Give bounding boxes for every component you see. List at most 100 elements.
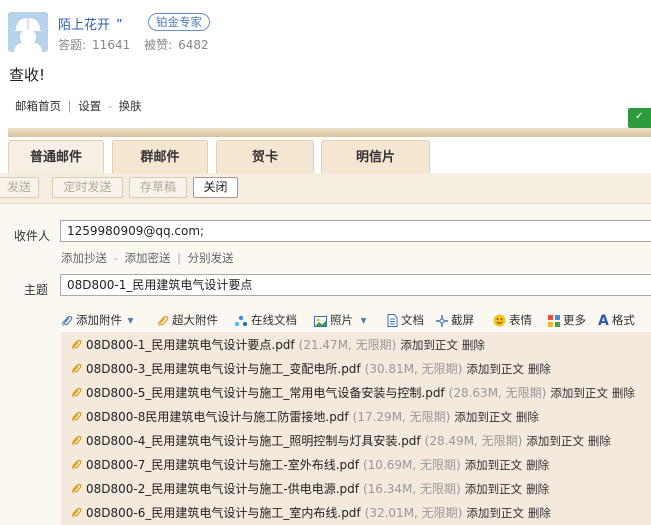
add-bcc-link[interactable]: 添加密送: [124, 251, 170, 265]
recipient-input[interactable]: 1259980909@qq.com;: [60, 220, 651, 242]
likes-label: 被赞:: [144, 38, 173, 52]
attachment-clip-icon: [71, 338, 82, 352]
attachment-clip-icon: [71, 458, 82, 472]
attachment-name[interactable]: 08D800-5_民用建筑电气设计与施工_常用电气设备安装与控制.pdf: [86, 386, 445, 400]
delete-attachment-link[interactable]: 删除: [528, 506, 551, 520]
add-to-body-link[interactable]: 添加到正文: [526, 434, 584, 448]
attach-toolbar: 添加附件 ▾ 超大附件 在线文档 照片 ▾ 文档 截屏 表情 更多 A 格式: [61, 311, 651, 329]
close-button[interactable]: 关闭: [193, 177, 238, 198]
attachment-clip-icon: [71, 410, 82, 424]
add-to-body-link[interactable]: 添加到正文: [400, 338, 458, 352]
attachment-row: 08D800-6_民用建筑电气设计与施工_室内布线.pdf (32.01M, 无限…: [71, 503, 551, 523]
emoji-button[interactable]: 表情: [493, 311, 532, 329]
cc-dash: -: [113, 251, 118, 265]
large-attachment-button[interactable]: 超大附件: [157, 311, 218, 329]
attachment-clip-icon: [71, 482, 82, 496]
expert-badge: 铂金专家: [148, 13, 210, 31]
attachment-clip-icon: [71, 386, 82, 400]
attachment-meta: (32.01M, 无限期): [364, 506, 463, 520]
attachment-meta: (16.34M, 无限期): [362, 482, 461, 496]
delete-attachment-link[interactable]: 删除: [462, 338, 485, 352]
format-label: 格式: [611, 313, 635, 327]
more-label: 更多: [563, 313, 586, 327]
add-attachment-dropdown-icon[interactable]: ▾: [128, 313, 134, 327]
attachment-row: 08D800-7_民用建筑电气设计与施工-室外布线.pdf (10.69M, 无限…: [71, 455, 549, 475]
subject-input[interactable]: 08D800-1_民用建筑电气设计要点: [60, 274, 651, 296]
answer-text: 查收!: [9, 66, 46, 84]
document-button[interactable]: 文档: [387, 311, 424, 329]
attachment-row: 08D800-4_民用建筑电气设计与施工_照明控制与灯具安装.pdf (28.49…: [71, 431, 611, 451]
online-doc-label: 在线文档: [251, 313, 297, 327]
user-stats: 答题: 11641 被赞: 6482: [58, 36, 215, 53]
photo-icon: [314, 314, 327, 332]
add-to-body-link[interactable]: 添加到正文: [466, 506, 524, 520]
add-to-body-link[interactable]: 添加到正文: [454, 410, 512, 424]
tab-postcard[interactable]: 明信片: [321, 140, 430, 173]
add-to-body-link[interactable]: 添加到正文: [465, 458, 523, 472]
tab-greeting-card[interactable]: 贺卡: [216, 140, 314, 173]
answers-count: 11641: [92, 38, 131, 52]
green-action-button[interactable]: ✓: [628, 108, 651, 128]
attachment-name[interactable]: 08D800-7_民用建筑电气设计与施工-室外布线.pdf: [86, 458, 359, 472]
attachment-name[interactable]: 08D800-1_民用建筑电气设计要点.pdf: [86, 338, 295, 352]
document-label: 文档: [401, 313, 424, 327]
user-name-quote: ”: [116, 18, 123, 33]
user-name-text[interactable]: 陌上花开: [58, 18, 110, 33]
attachment-row: 08D800-2_民用建筑电气设计与施工-供电电源.pdf (16.34M, 无限…: [71, 479, 549, 499]
attachment-meta: (17.29M, 无限期): [352, 410, 451, 424]
separate-send-link[interactable]: 分别发送: [188, 251, 234, 265]
delete-attachment-link[interactable]: 删除: [612, 386, 635, 400]
scissors-icon: [436, 314, 448, 332]
online-doc-button[interactable]: 在线文档: [234, 311, 297, 329]
photo-button[interactable]: 照片 ▾: [314, 311, 366, 329]
subject-label: 主题: [24, 283, 49, 297]
font-format-icon: A: [598, 313, 609, 329]
attachment-name[interactable]: 08D800-8民用建筑电气设计与施工防雷接地.pdf: [86, 410, 349, 424]
attachment-name[interactable]: 08D800-4_民用建筑电气设计与施工_照明控制与灯具安装.pdf: [86, 434, 421, 448]
recipient-label: 收件人: [14, 229, 51, 243]
compose-tabs: 普通邮件 群邮件 贺卡 明信片: [8, 140, 651, 173]
user-avatar-icon: [8, 12, 48, 52]
add-cc-link[interactable]: 添加抄送: [61, 251, 107, 265]
attachment-list: 08D800-1_民用建筑电气设计要点.pdf (21.47M, 无限期) 添加到正…: [61, 332, 651, 525]
photo-dropdown-icon[interactable]: ▾: [361, 313, 367, 327]
attachment-name[interactable]: 08D800-3_民用建筑电气设计与施工_变配电所.pdf: [86, 362, 361, 376]
attachment-name[interactable]: 08D800-2_民用建筑电气设计与施工-供电电源.pdf: [86, 482, 359, 496]
online-doc-icon: [234, 314, 248, 332]
attachment-row: 08D800-8民用建筑电气设计与施工防雷接地.pdf (17.29M, 无限期)…: [71, 407, 539, 427]
skin-link[interactable]: 换肤: [119, 99, 142, 113]
compose-area: 收件人 1259980909@qq.com; 添加抄送 - 添加密送 | 分别发…: [0, 204, 651, 525]
tab-group-mail[interactable]: 群邮件: [112, 140, 208, 173]
mail-home-link[interactable]: 邮箱首页: [15, 99, 61, 113]
user-name[interactable]: 陌上花开 ”: [58, 14, 123, 33]
add-to-body-link[interactable]: 添加到正文: [550, 386, 608, 400]
delete-attachment-link[interactable]: 删除: [588, 434, 611, 448]
attachment-meta: (30.81M, 无限期): [364, 362, 463, 376]
attachment-clip-icon: [71, 506, 82, 520]
more-button[interactable]: 更多: [548, 311, 586, 329]
add-attachment-button[interactable]: 添加附件 ▾: [61, 311, 133, 329]
delete-attachment-link[interactable]: 删除: [526, 482, 549, 496]
save-draft-button[interactable]: 存草稿: [129, 177, 187, 198]
format-button[interactable]: A 格式: [598, 311, 635, 329]
delete-attachment-link[interactable]: 删除: [516, 410, 539, 424]
attachment-row: 08D800-5_民用建筑电气设计与施工_常用电气设备安装与控制.pdf (28.…: [71, 383, 635, 403]
add-attachment-label: 添加附件: [76, 313, 122, 327]
send-button[interactable]: 发送: [0, 177, 39, 198]
add-to-body-link[interactable]: 添加到正文: [466, 362, 524, 376]
scheduled-send-button[interactable]: 定时发送: [52, 177, 123, 198]
nav-dash: -: [107, 99, 112, 113]
document-icon: [387, 314, 398, 332]
screenshot-label: 截屏: [451, 313, 474, 327]
attachment-name[interactable]: 08D800-6_民用建筑电气设计与施工_室内布线.pdf: [86, 506, 361, 520]
screenshot-button[interactable]: 截屏: [436, 311, 474, 329]
add-to-body-link[interactable]: 添加到正文: [465, 482, 523, 496]
smiley-icon: [493, 314, 506, 332]
attachment-clip-icon: [71, 362, 82, 376]
nav-divider: |: [67, 99, 72, 113]
delete-attachment-link[interactable]: 删除: [528, 362, 551, 376]
tab-normal-mail[interactable]: 普通邮件: [8, 140, 104, 173]
delete-attachment-link[interactable]: 删除: [526, 458, 549, 472]
settings-link[interactable]: 设置: [78, 99, 101, 113]
avatar[interactable]: [8, 12, 48, 52]
